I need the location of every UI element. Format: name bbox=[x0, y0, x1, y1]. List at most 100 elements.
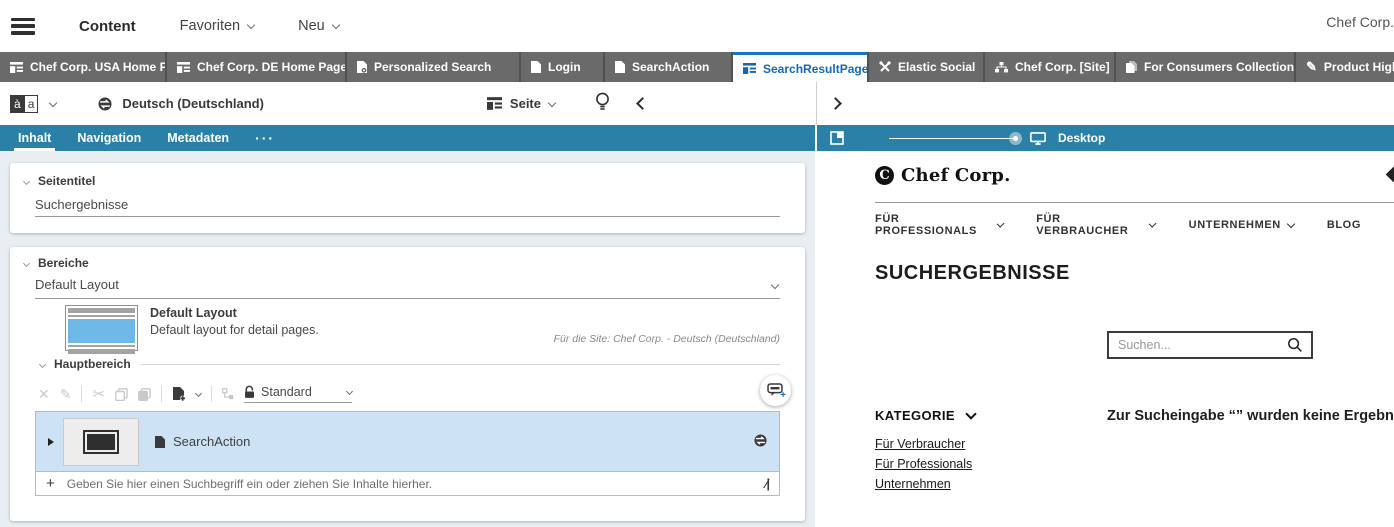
search-icon[interactable] bbox=[1287, 337, 1303, 353]
site-logo[interactable]: C Chef Corp. bbox=[875, 165, 1011, 186]
tab-label: Navigation bbox=[77, 131, 141, 145]
expand-triangle-icon[interactable] bbox=[48, 438, 54, 446]
tab-searchresultpage[interactable]: SearchResultPage× bbox=[733, 52, 867, 82]
tab-chef-corp-site[interactable]: Chef Corp. [Site] bbox=[985, 52, 1114, 82]
slider-handle[interactable] bbox=[1009, 132, 1022, 145]
category-link-unternehmen[interactable]: Unternehmen bbox=[875, 477, 951, 491]
nav-fuer-professionals[interactable]: FÜR PROFESSIONALS bbox=[875, 213, 1003, 237]
form-editor-pane: Inhalt Navigation Metadaten ··· Seitenti… bbox=[0, 125, 815, 527]
item-label: SearchAction bbox=[173, 434, 250, 449]
tab-label: Metadaten bbox=[167, 131, 229, 145]
category-link-verbraucher[interactable]: Für Verbraucher bbox=[875, 437, 965, 451]
bereiche-panel: Bereiche Default Layout Default Layout D… bbox=[10, 247, 805, 521]
menubar: Content Favoriten Neu Chef Corp. bbox=[0, 0, 1394, 52]
layout-select-value: Default Layout bbox=[35, 277, 119, 292]
rotate-device-icon[interactable] bbox=[830, 131, 844, 145]
site-search-box bbox=[1107, 331, 1313, 359]
document-icon bbox=[155, 436, 165, 448]
locale-variant-icon[interactable]: àa bbox=[10, 95, 38, 113]
tab-label: Login bbox=[548, 60, 581, 74]
collapse-chevron-icon[interactable] bbox=[23, 259, 30, 266]
monitor-icon[interactable] bbox=[1030, 132, 1046, 145]
language-label: Deutsch (Deutschland) bbox=[122, 96, 264, 111]
seitentitel-input[interactable] bbox=[35, 195, 780, 217]
document-icon bbox=[531, 61, 541, 73]
nav-blog[interactable]: BLOG bbox=[1327, 219, 1361, 231]
menu-content[interactable]: Content bbox=[79, 18, 136, 35]
searchaction-item-row[interactable]: SearchAction bbox=[36, 412, 779, 472]
layout-thumbnail bbox=[65, 305, 138, 351]
page-heading: SUCHERGEBNISSE bbox=[875, 262, 1070, 285]
items-toolbar: ✕ ✎ ✂ Standard bbox=[38, 383, 352, 405]
tab-chef-corp-usa-home[interactable]: Chef Corp. USA Home Pa... bbox=[0, 52, 165, 82]
logo-mark: C bbox=[875, 166, 894, 185]
layout-site-note: Für die Site: Chef Corp. - Deutsch (Deut… bbox=[554, 333, 780, 345]
tab-metadaten[interactable]: Metadaten bbox=[167, 125, 229, 151]
locale-left-glyph: à bbox=[10, 95, 25, 113]
nav-label: BLOG bbox=[1327, 219, 1361, 231]
pencil-icon: ✎ bbox=[1306, 59, 1317, 75]
tab-login[interactable]: Login bbox=[521, 52, 603, 82]
add-comment-button[interactable]: + bbox=[760, 375, 791, 406]
layout-select[interactable]: Default Layout bbox=[35, 277, 780, 299]
menu-neu[interactable]: Neu bbox=[298, 18, 339, 34]
add-content-row[interactable]: + Geben Sie hier einen Suchbegriff ein o… bbox=[36, 472, 779, 495]
tab-for-consumers-collection[interactable]: For Consumers Collection bbox=[1116, 52, 1294, 82]
collapse-chevron-icon[interactable] bbox=[39, 360, 46, 367]
hamburger-menu-icon[interactable] bbox=[11, 18, 35, 35]
category-filter-header[interactable]: KATEGORIE bbox=[875, 408, 975, 423]
cut-scissors-icon[interactable]: ✂ bbox=[92, 385, 105, 403]
tab-personalized-search[interactable]: Personalized Search bbox=[347, 52, 519, 82]
expand-right-arrow-icon[interactable] bbox=[829, 97, 842, 110]
chevron-down-icon bbox=[346, 388, 353, 395]
add-document-icon[interactable] bbox=[172, 387, 186, 402]
category-link-professionals[interactable]: Für Professionals bbox=[875, 457, 972, 471]
tab-overflow[interactable]: ··· bbox=[255, 125, 275, 151]
locale-globe-icon[interactable] bbox=[754, 434, 767, 452]
nav-label: UNTERNEHMEN bbox=[1189, 219, 1281, 231]
chevron-down-icon bbox=[965, 408, 976, 419]
tab-chef-corp-de-home[interactable]: Chef Corp. DE Home Page bbox=[167, 52, 345, 82]
edit-pencil-icon[interactable]: ✎ bbox=[60, 386, 72, 403]
page-icon bbox=[743, 63, 756, 74]
lightbulb-icon[interactable] bbox=[595, 92, 610, 116]
nav-fuer-verbraucher[interactable]: FÜR VERBRAUCHER bbox=[1036, 213, 1155, 237]
chevron-down-icon bbox=[771, 281, 779, 289]
chevron-down-icon[interactable] bbox=[49, 98, 57, 106]
tab-label: Chef Corp. DE Home Page bbox=[197, 60, 345, 74]
paste-icon[interactable] bbox=[138, 388, 151, 401]
collapse-left-arrow-icon[interactable] bbox=[636, 97, 649, 110]
site-search-input[interactable] bbox=[1109, 338, 1287, 352]
menu-neu-label: Neu bbox=[298, 18, 325, 34]
device-bar: Desktop bbox=[817, 125, 1394, 151]
hierarchy-icon[interactable] bbox=[222, 388, 234, 400]
clipped-header-icon bbox=[1386, 167, 1394, 183]
style-select[interactable]: Standard bbox=[244, 385, 352, 403]
remove-icon[interactable]: ✕ bbox=[38, 386, 50, 403]
pane-divider bbox=[816, 82, 817, 125]
library-level-icon[interactable]: ∕| bbox=[765, 477, 769, 491]
chevron-down-icon bbox=[548, 98, 556, 106]
tab-navigation[interactable]: Navigation bbox=[77, 125, 141, 151]
divider-line bbox=[141, 364, 780, 365]
language-selector[interactable]: Deutsch (Deutschland) bbox=[98, 96, 264, 111]
tools-icon bbox=[879, 61, 891, 73]
tab-elastic-social[interactable]: Elastic Social bbox=[869, 52, 983, 82]
collapse-chevron-icon[interactable] bbox=[23, 177, 30, 184]
plus-icon: + bbox=[780, 390, 786, 401]
layout-description: Default layout for detail pages. bbox=[150, 323, 319, 337]
category-label: KATEGORIE bbox=[875, 408, 955, 423]
lock-icon bbox=[244, 385, 255, 399]
device-width-slider[interactable] bbox=[889, 132, 1016, 145]
tab-product-highlight[interactable]: ✎Product Highli bbox=[1296, 52, 1394, 82]
tab-inhalt[interactable]: Inhalt bbox=[18, 125, 51, 151]
section-title: Seitentitel bbox=[38, 174, 95, 188]
site-nav: FÜR PROFESSIONALS FÜR VERBRAUCHER UNTERN… bbox=[875, 213, 1394, 237]
menu-favoriten[interactable]: Favoriten bbox=[180, 18, 254, 34]
chevron-down-icon bbox=[1149, 220, 1157, 228]
view-mode-select[interactable]: Seite bbox=[487, 96, 555, 111]
copy-icon[interactable] bbox=[115, 388, 128, 401]
tab-searchaction[interactable]: SearchAction bbox=[605, 52, 731, 82]
chevron-down-icon[interactable] bbox=[195, 389, 202, 396]
nav-unternehmen[interactable]: UNTERNEHMEN bbox=[1189, 219, 1294, 231]
